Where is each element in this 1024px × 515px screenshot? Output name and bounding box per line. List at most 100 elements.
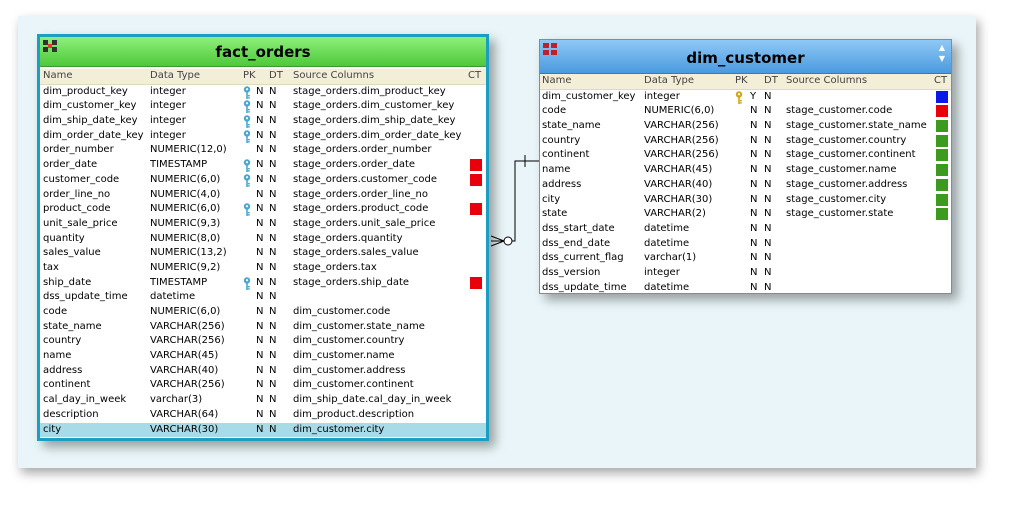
table-row[interactable]: quantity NUMERIC(8,0) N Nstage_orders.quant… (40, 232, 486, 247)
table-row[interactable]: code NUMERIC(6,0) N Ndim_customer.code (40, 305, 486, 320)
table-row[interactable]: unit_sale_price NUMERIC(9,3) N Nstage_order… (40, 217, 486, 232)
column-ct-marker (468, 320, 484, 335)
column-source (786, 90, 934, 105)
dim-customer-title-bar[interactable]: dim_customer ▲ ▼ (540, 40, 951, 74)
header-data-type: Data Type (150, 70, 201, 81)
column-name: continent (43, 379, 91, 391)
column-pk-flag: N (256, 261, 264, 273)
key-icon (735, 266, 749, 281)
table-row[interactable]: dim_ship_date_key integer N Nstage_orders.d… (40, 114, 486, 129)
table-row[interactable]: ship_date TIMESTAMP N Nstage_orders.ship_da… (40, 276, 486, 291)
table-row[interactable]: dss_update_time datetime N N (40, 290, 486, 305)
table-row[interactable]: state_name VARCHAR(256) N Nstage_customer.s… (540, 119, 951, 134)
key-icon (243, 246, 257, 261)
fact-orders-header-row: Name Data Type PK DT Source Columns CT (40, 69, 486, 85)
column-data-type: NUMERIC(13,2) (150, 247, 227, 259)
table-row[interactable]: order_date TIMESTAMP N Nstage_orders.order_… (40, 158, 486, 173)
column-name: order_number (43, 144, 114, 156)
column-name: country (43, 335, 82, 347)
fact-orders-table[interactable]: fact_orders Name Data Type PK DT Source … (37, 34, 489, 441)
table-row[interactable]: city VARCHAR(30) N Nstage_customer.city (540, 193, 951, 208)
column-pk-flag: N (256, 232, 264, 244)
column-pk-flag: N (256, 159, 264, 171)
table-row[interactable]: dim_order_date_key integer N Nstage_orders.… (40, 129, 486, 144)
scroll-up-icon[interactable]: ▲ (937, 42, 947, 53)
column-dt-flag: N (269, 188, 277, 200)
column-name: state (542, 208, 568, 220)
column-data-type: TIMESTAMP (150, 159, 208, 171)
table-row[interactable]: customer_code NUMERIC(6,0) N Nstage_orders.… (40, 173, 486, 188)
column-dt-flag: N (269, 217, 277, 229)
table-row[interactable]: name VARCHAR(45) N Ndim_customer.name (40, 349, 486, 364)
column-ct-marker (468, 261, 484, 276)
key-icon (243, 99, 257, 114)
table-row[interactable]: dim_product_key integer N Nstage_orders.dim… (40, 85, 486, 100)
column-dt-flag: N (269, 394, 277, 406)
column-pk-flag: N (256, 364, 264, 376)
table-row[interactable]: state VARCHAR(2) N Nstage_customer.state (540, 207, 951, 222)
table-row[interactable]: product_code NUMERIC(6,0) N Nstage_orders.p… (40, 202, 486, 217)
table-row[interactable]: sales_value NUMERIC(13,2) N Nstage_orders.s… (40, 246, 486, 261)
ct-color-box (470, 276, 482, 289)
column-ct-marker (468, 334, 484, 349)
column-name: address (542, 178, 582, 190)
table-row[interactable]: dss_end_date datetime N N (540, 237, 951, 252)
table-row[interactable]: tax NUMERIC(9,2) N Nstage_orders.tax (40, 261, 486, 276)
column-data-type: integer (644, 90, 680, 102)
column-data-type: NUMERIC(6,0) (150, 306, 221, 317)
table-row[interactable]: country VARCHAR(256) N Ndim_customer.countr… (40, 334, 486, 349)
column-data-type: VARCHAR(30) (150, 423, 219, 435)
table-row[interactable]: dss_update_time datetime N N (540, 281, 951, 296)
column-dt-flag: N (764, 281, 772, 293)
table-row[interactable]: continent VARCHAR(256) N Nstage_customer.co… (540, 148, 951, 163)
column-data-type: VARCHAR(256) (150, 379, 225, 391)
table-row[interactable]: country VARCHAR(256) N Nstage_customer.coun… (540, 134, 951, 149)
column-name: dss_update_time (542, 281, 627, 293)
column-name: unit_sale_price (43, 217, 118, 229)
column-pk-flag: N (750, 222, 758, 234)
column-dt-flag: N (269, 144, 277, 156)
ct-color-box (936, 208, 948, 221)
table-row[interactable]: address VARCHAR(40) N Ndim_customer.address (40, 364, 486, 379)
column-ct-marker (934, 148, 951, 163)
table-row[interactable]: dss_version integer N N (540, 266, 951, 281)
table-row[interactable]: dim_customer_key integer N Nstage_orders.di… (40, 99, 486, 114)
column-dt-flag: N (269, 203, 277, 215)
table-row[interactable]: description VARCHAR(64) N Ndim_product.desc… (40, 408, 486, 423)
table-row[interactable]: order_line_no NUMERIC(4,0) N Nstage_orders.… (40, 188, 486, 203)
key-icon (243, 423, 257, 438)
column-source: stage_customer.address (786, 178, 908, 190)
column-ct-marker (934, 266, 951, 281)
table-row[interactable]: city VARCHAR(30) N Ndim_customer.city (40, 422, 486, 438)
column-name: state_name (542, 120, 601, 132)
column-dt-flag: N (269, 408, 277, 420)
key-icon (735, 222, 749, 237)
column-name: code (542, 105, 567, 117)
column-source: dim_ship_date.cal_day_in_week (293, 394, 452, 406)
title-scroll-arrows[interactable]: ▲ ▼ (937, 42, 947, 64)
header-pk: PK (243, 70, 256, 81)
table-row[interactable]: state_name VARCHAR(256) N Ndim_customer.sta… (40, 320, 486, 335)
table-row[interactable]: code NUMERIC(6,0) N Nstage_customer.code (540, 104, 951, 119)
table-row[interactable]: dss_current_flag varchar(1) N N (540, 251, 951, 266)
column-ct-marker (468, 378, 484, 393)
column-pk-flag: N (750, 149, 758, 161)
column-dt-flag: N (764, 193, 772, 205)
table-row[interactable]: dss_start_date datetime N N (540, 222, 951, 237)
ct-color-box (470, 159, 482, 172)
table-row[interactable]: address VARCHAR(40) N Nstage_customer.addre… (540, 178, 951, 193)
dim-customer-table[interactable]: dim_customer ▲ ▼ Name Data Type PK DT So… (539, 39, 952, 294)
table-row[interactable]: dim_customer_key integer Y N (540, 90, 951, 105)
scroll-down-icon[interactable]: ▼ (937, 53, 947, 64)
table-row[interactable]: order_number NUMERIC(12,0) N Nstage_orders.… (40, 143, 486, 158)
column-pk-flag: N (256, 408, 264, 420)
table-row[interactable]: continent VARCHAR(256) N Ndim_customer.cont… (40, 378, 486, 393)
table-row[interactable]: name VARCHAR(45) N Nstage_customer.name (540, 163, 951, 178)
column-data-type: VARCHAR(256) (644, 149, 719, 161)
key-icon (243, 320, 257, 335)
column-name: dim_ship_date_key (43, 115, 138, 127)
column-data-type: NUMERIC(9,2) (150, 261, 221, 273)
column-ct-marker (468, 99, 484, 114)
table-row[interactable]: cal_day_in_week varchar(3) N Ndim_ship_date… (40, 393, 486, 408)
fact-orders-title-bar[interactable]: fact_orders (40, 37, 486, 67)
